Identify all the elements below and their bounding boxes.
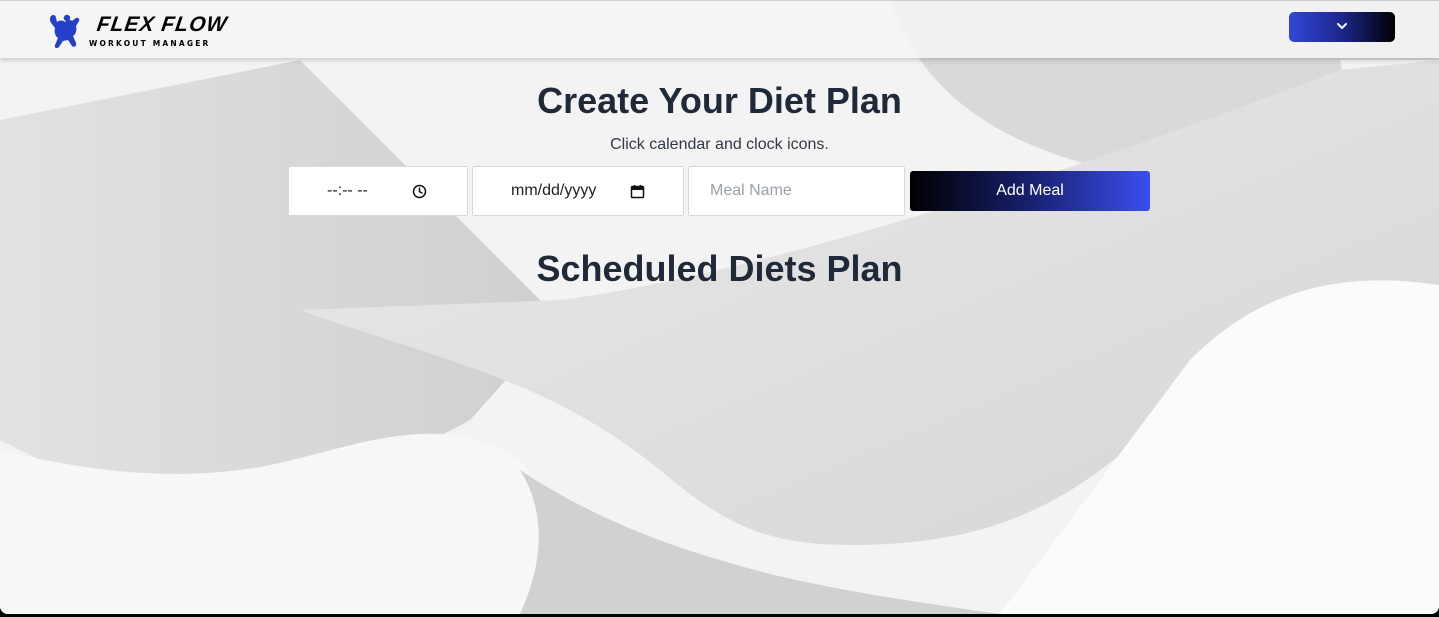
- page: FLEX FLOW WORKOUT MANAGER Create Your Di…: [0, 0, 1439, 614]
- chevron-down-icon: [1337, 23, 1347, 29]
- page-title: Create Your Diet Plan: [537, 80, 902, 121]
- instructions-text: Click calendar and clock icons.: [610, 136, 829, 153]
- meal-name-field[interactable]: [688, 166, 905, 216]
- date-input[interactable]: mm/dd/yyyy: [472, 166, 684, 216]
- date-input-value: mm/dd/yyyy: [511, 182, 597, 199]
- scheduled-diets-title: Scheduled Diets Plan: [536, 248, 903, 289]
- logo-subtitle: WORKOUT MANAGER: [89, 39, 211, 48]
- calendar-icon[interactable]: [630, 184, 645, 199]
- add-meal-button[interactable]: Add Meal: [910, 171, 1150, 211]
- clock-icon[interactable]: [412, 184, 427, 199]
- time-input-value: --:-- --: [327, 182, 368, 199]
- diet-plan-content: Create Your Diet Plan Click calendar and…: [0, 0, 1439, 614]
- navbar: FLEX FLOW WORKOUT MANAGER: [0, 0, 1439, 58]
- brand-logo[interactable]: FLEX FLOW WORKOUT MANAGER: [43, 13, 229, 51]
- bodybuilder-icon: [49, 14, 80, 49]
- meal-name-input[interactable]: [689, 167, 904, 215]
- time-input[interactable]: --:-- --: [288, 166, 468, 216]
- menu-dropdown-button[interactable]: [1289, 12, 1395, 42]
- logo-title: FLEX FLOW: [95, 13, 230, 36]
